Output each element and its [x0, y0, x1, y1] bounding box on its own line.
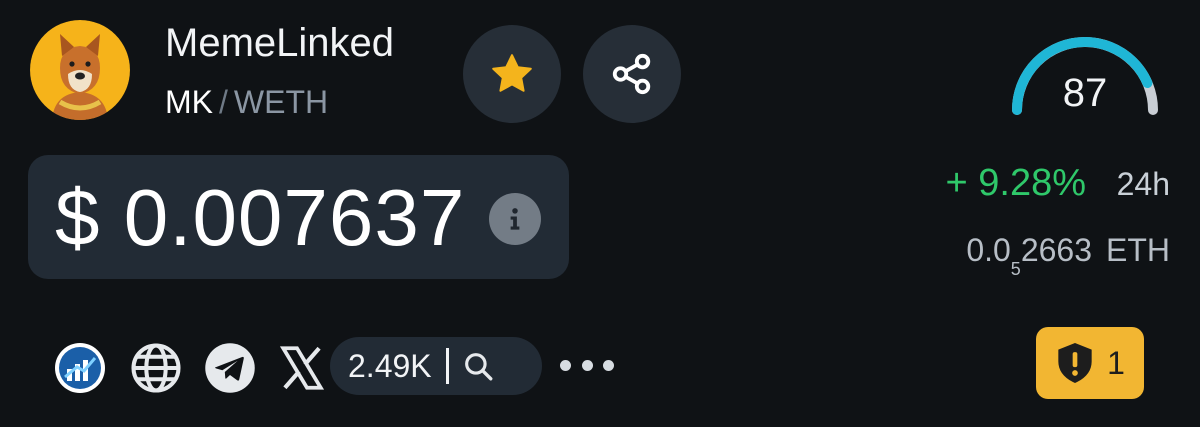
search-icon[interactable] — [461, 349, 495, 383]
pill-divider — [445, 348, 449, 384]
change-period-label: 24h — [1116, 166, 1170, 202]
x-followers-pill[interactable]: 2.49K — [330, 337, 542, 395]
more-dot — [603, 359, 614, 371]
token-name: MemeLinked — [165, 21, 395, 65]
eth-price-prefix: 0.0 — [966, 232, 1011, 268]
price-info-button[interactable] — [489, 193, 541, 245]
more-button[interactable] — [560, 350, 614, 380]
eth-price: 0.052663 ETH — [966, 228, 1170, 279]
price-change-24h: + 9.28% — [945, 162, 1087, 204]
shiba-avatar-image — [30, 20, 130, 120]
telegram-link[interactable] — [202, 340, 258, 396]
alert-count: 1 — [1107, 344, 1125, 381]
website-link[interactable] — [128, 340, 184, 396]
more-dot — [581, 359, 593, 371]
eth-unit: ETH — [1106, 232, 1170, 268]
share-button[interactable] — [583, 25, 681, 123]
favorite-button[interactable] — [463, 25, 561, 123]
x-icon — [279, 346, 325, 390]
globe-icon — [131, 343, 181, 393]
telegram-icon — [205, 343, 255, 393]
eth-zero-count: 5 — [1010, 259, 1021, 279]
token-symbol: MK — [165, 84, 213, 120]
pair-separator: / — [219, 84, 228, 120]
share-icon — [612, 53, 651, 95]
info-icon — [510, 208, 520, 230]
usd-price: $ 0.007637 — [55, 173, 466, 262]
token-avatar — [30, 20, 130, 120]
chart-link[interactable] — [52, 340, 108, 396]
trading-pair: MK / WETH — [165, 82, 328, 122]
score-value: 87 — [1062, 71, 1108, 115]
eth-price-digits: 2663 — [1020, 232, 1092, 268]
chart-logo-icon — [55, 343, 105, 393]
x-followers-count: 2.49K — [348, 347, 432, 384]
quote-symbol: WETH — [233, 84, 329, 120]
shield-alert-icon — [1058, 343, 1092, 383]
star-icon — [492, 54, 532, 92]
x-link[interactable] — [274, 340, 330, 396]
more-icon — [560, 359, 571, 371]
security-alert-button[interactable]: 1 — [1036, 327, 1144, 399]
